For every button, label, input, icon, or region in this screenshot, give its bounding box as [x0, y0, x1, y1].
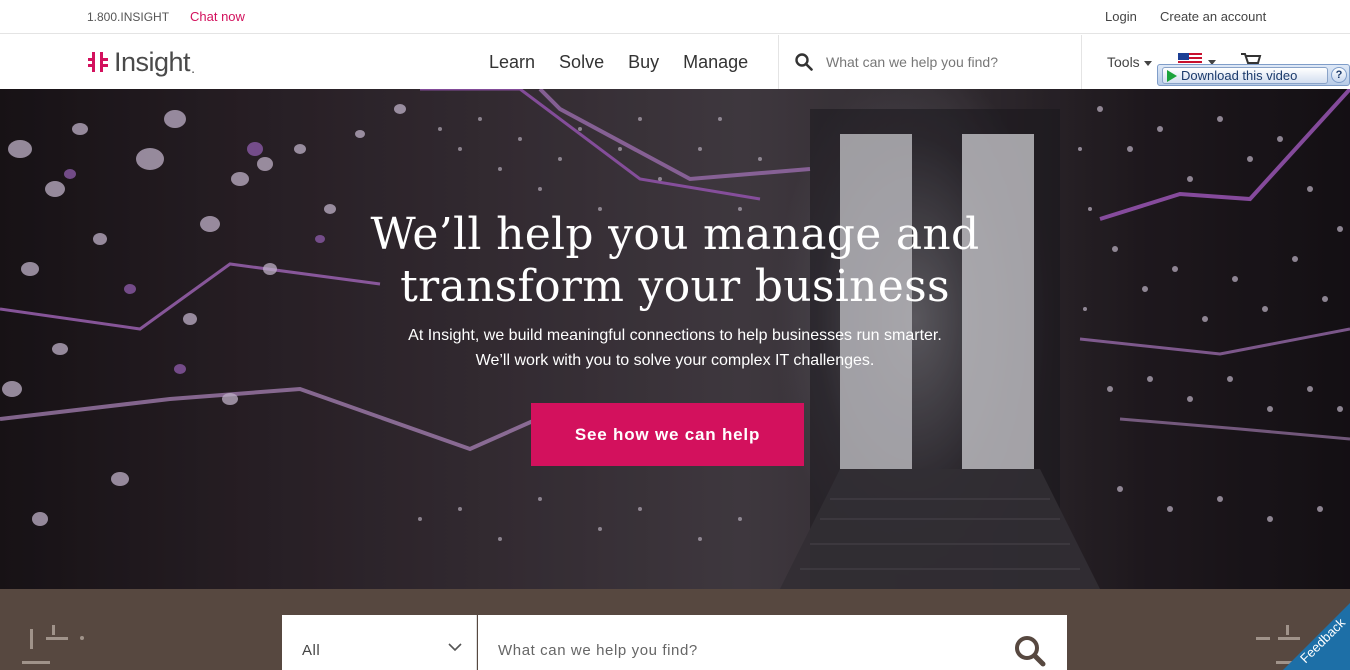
- see-how-we-can-help-button[interactable]: See how we can help: [531, 403, 804, 466]
- header-search-input[interactable]: [826, 52, 1066, 72]
- download-video-button[interactable]: Download this video: [1162, 67, 1328, 84]
- play-icon: [1167, 69, 1177, 82]
- insight-logo[interactable]: Insight .: [87, 47, 195, 77]
- utility-bar: 1.800.INSIGHT Chat now Login Create an a…: [0, 0, 1350, 34]
- create-account-link[interactable]: Create an account: [1160, 9, 1266, 24]
- header-divider: [778, 35, 779, 89]
- main-search-input[interactable]: [498, 637, 998, 663]
- nav-learn[interactable]: Learn: [477, 35, 547, 89]
- search-band: All: [0, 589, 1350, 670]
- search-icon[interactable]: [795, 53, 813, 71]
- main-header: Insight . Learn Solve Buy Manage Tools: [0, 35, 1350, 89]
- tools-menu[interactable]: Tools: [1107, 54, 1152, 70]
- search-icon[interactable]: [1014, 635, 1046, 667]
- download-video-bar: Download this video ?: [1157, 64, 1350, 86]
- feedback-tab[interactable]: Feedback: [1276, 597, 1350, 670]
- header-divider: [1081, 35, 1082, 89]
- hero-banner: We’ll help you manage and transform your…: [0, 89, 1350, 589]
- chevron-down-icon: [1143, 60, 1152, 66]
- category-select[interactable]: All: [282, 615, 477, 670]
- hero-title-line-1: We’ll help you manage and: [370, 209, 980, 260]
- logo-text: Insight: [114, 47, 191, 77]
- chevron-down-icon: [448, 643, 462, 652]
- login-link[interactable]: Login: [1105, 9, 1137, 24]
- hero-subtitle-line-2: We’ll work with you to solve your comple…: [475, 352, 875, 369]
- decorative-pattern-icon: [22, 625, 84, 664]
- tools-label: Tools: [1107, 54, 1140, 70]
- hero-title-line-2: transform your business: [400, 261, 950, 312]
- chat-now-link[interactable]: Chat now: [190, 9, 245, 24]
- nav-manage[interactable]: Manage: [671, 35, 760, 89]
- help-icon[interactable]: ?: [1331, 67, 1347, 83]
- download-video-label: Download this video: [1181, 68, 1298, 83]
- hero-title: We’ll help you manage and transform your…: [0, 209, 1350, 313]
- logo-mark-icon: [88, 52, 108, 72]
- hero-subtitle-line-1: At Insight, we build meaningful connecti…: [408, 327, 942, 344]
- nav-buy[interactable]: Buy: [616, 35, 671, 89]
- logo-dot: .: [191, 60, 195, 76]
- hero-subtitle: At Insight, we build meaningful connecti…: [0, 323, 1350, 373]
- phone-number[interactable]: 1.800.INSIGHT: [87, 10, 169, 24]
- nav-solve[interactable]: Solve: [547, 35, 616, 89]
- search-field-wrap: [478, 615, 1067, 670]
- primary-nav: Learn Solve Buy Manage: [477, 35, 760, 89]
- category-select-value: All: [302, 642, 321, 659]
